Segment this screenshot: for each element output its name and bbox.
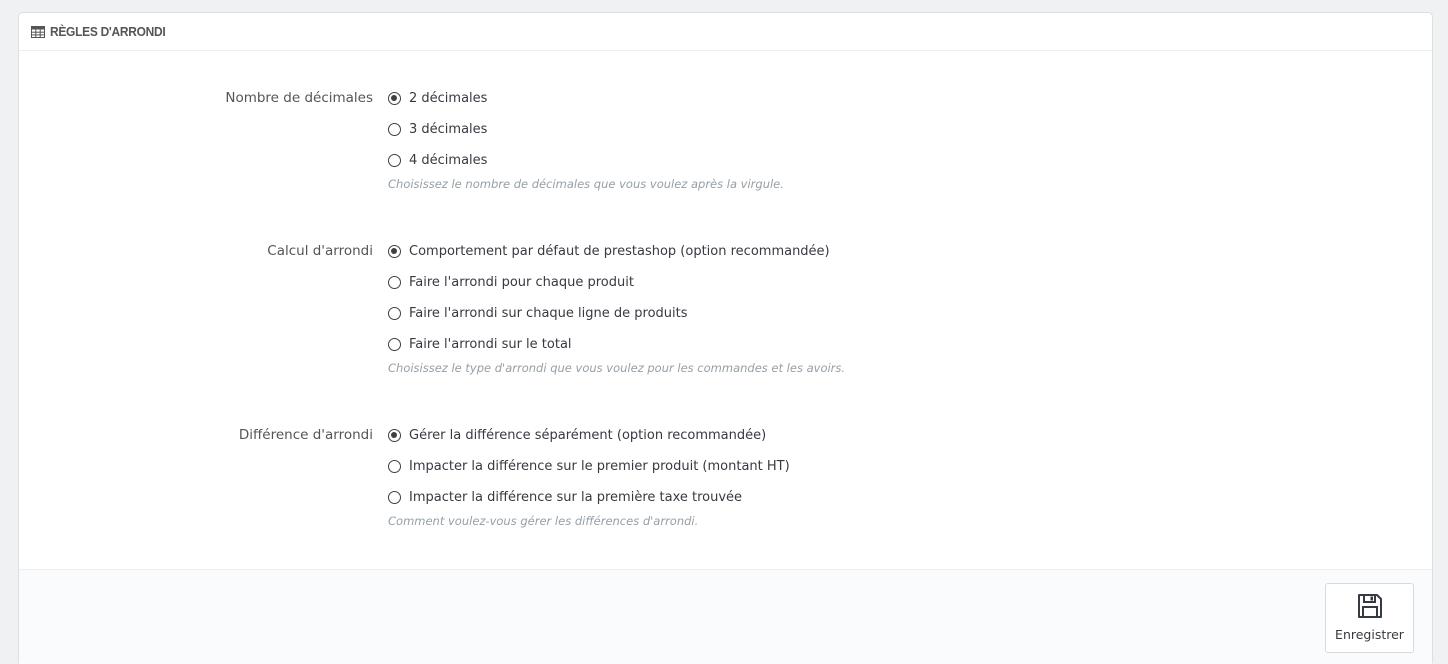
panel-footer: Enregistrer bbox=[19, 569, 1432, 664]
decimals-options: 2 décimales 3 décimales 4 décimales Choi… bbox=[388, 83, 784, 191]
radio-button[interactable] bbox=[388, 307, 401, 320]
radio-separate-difference[interactable]: Gérer la différence séparément (option r… bbox=[388, 420, 790, 451]
calculator-grid-icon bbox=[31, 25, 45, 38]
radio-2-decimals[interactable]: 2 décimales bbox=[388, 83, 784, 114]
radio-impact-first-tax[interactable]: Impacter la différence sur la première t… bbox=[388, 482, 790, 513]
rounding-calc-help-text: Choisissez le type d'arrondi que vous vo… bbox=[388, 361, 846, 375]
radio-impact-first-product[interactable]: Impacter la différence sur le premier pr… bbox=[388, 451, 790, 482]
panel-title: RÈGLES D'ARRONDI bbox=[50, 24, 166, 39]
rounding-rules-panel: RÈGLES D'ARRONDI Nombre de décimales 2 d… bbox=[18, 12, 1433, 664]
radio-label: Impacter la différence sur le premier pr… bbox=[409, 459, 790, 474]
floppy-disk-icon bbox=[1356, 592, 1384, 620]
save-label: Enregistrer bbox=[1335, 627, 1404, 642]
panel-heading: RÈGLES D'ARRONDI bbox=[19, 13, 1432, 51]
radio-label: Impacter la différence sur la première t… bbox=[409, 490, 743, 505]
rounding-diff-label: Différence d'arrondi bbox=[238, 427, 373, 443]
radio-round-total[interactable]: Faire l'arrondi sur le total bbox=[388, 329, 845, 360]
radio-label: 2 décimales bbox=[409, 91, 488, 106]
radio-button-checked[interactable] bbox=[388, 429, 401, 442]
radio-4-decimals[interactable]: 4 décimales bbox=[388, 145, 784, 176]
radio-round-per-product[interactable]: Faire l'arrondi pour chaque produit bbox=[388, 267, 845, 298]
rounding-calc-label: Calcul d'arrondi bbox=[267, 243, 373, 259]
radio-button-checked[interactable] bbox=[388, 92, 401, 105]
radio-label: Faire l'arrondi sur le total bbox=[409, 337, 572, 352]
radio-label: 4 décimales bbox=[409, 153, 488, 168]
radio-label: Comportement par défaut de prestashop (o… bbox=[409, 244, 830, 259]
radio-button[interactable] bbox=[388, 338, 401, 351]
radio-label: Faire l'arrondi sur chaque ligne de prod… bbox=[409, 306, 688, 321]
radio-button[interactable] bbox=[388, 154, 401, 167]
rounding-calc-options: Comportement par défaut de prestashop (o… bbox=[388, 236, 845, 375]
radio-3-decimals[interactable]: 3 décimales bbox=[388, 114, 784, 145]
radio-button-checked[interactable] bbox=[388, 245, 401, 258]
save-button[interactable]: Enregistrer bbox=[1325, 583, 1414, 653]
radio-round-per-line[interactable]: Faire l'arrondi sur chaque ligne de prod… bbox=[388, 298, 845, 329]
radio-button[interactable] bbox=[388, 491, 401, 504]
decimals-label: Nombre de décimales bbox=[225, 90, 373, 106]
radio-button[interactable] bbox=[388, 460, 401, 473]
decimals-help-text: Choisissez le nombre de décimales que vo… bbox=[388, 177, 784, 191]
radio-label: 3 décimales bbox=[409, 122, 488, 137]
radio-label: Gérer la différence séparément (option r… bbox=[409, 428, 767, 443]
radio-button[interactable] bbox=[388, 123, 401, 136]
rounding-diff-options: Gérer la différence séparément (option r… bbox=[388, 420, 790, 528]
radio-label: Faire l'arrondi pour chaque produit bbox=[409, 275, 634, 290]
radio-button[interactable] bbox=[388, 276, 401, 289]
rounding-diff-help-text: Comment voulez-vous gérer les différence… bbox=[388, 514, 699, 528]
radio-default-behavior[interactable]: Comportement par défaut de prestashop (o… bbox=[388, 236, 845, 267]
